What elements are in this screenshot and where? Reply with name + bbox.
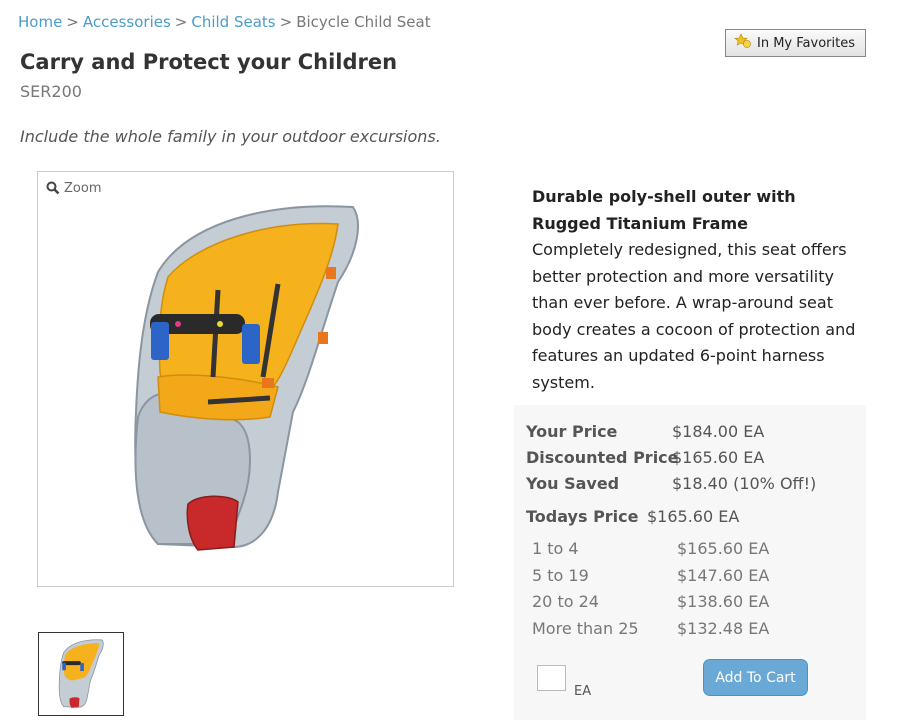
- add-to-cart-button[interactable]: Add To Cart: [703, 659, 808, 696]
- breadcrumb-separator: >: [174, 13, 188, 31]
- product-tagline: Include the whole family in your outdoor…: [20, 127, 441, 146]
- breadcrumb-link-home[interactable]: Home: [18, 13, 62, 31]
- breadcrumb-link-child-seats[interactable]: Child Seats: [191, 13, 275, 31]
- product-image-frame[interactable]: [37, 171, 454, 587]
- zoom-label: Zoom: [64, 180, 102, 196]
- description-heading: Durable poly-shell outer with Rugged Tit…: [532, 187, 796, 233]
- tier-range: 20 to 24: [532, 592, 599, 611]
- quantity-input[interactable]: [537, 665, 566, 691]
- discounted-price-label: Discounted Price: [526, 448, 679, 467]
- favorites-label: In My Favorites: [757, 35, 855, 51]
- quantity-unit: EA: [574, 684, 592, 699]
- magnifier-icon: [46, 177, 60, 199]
- product-image: [134, 205, 359, 551]
- favorites-star-icon: [734, 33, 752, 53]
- breadcrumb-separator: >: [279, 13, 293, 31]
- discounted-price-value: $165.60 EA: [672, 448, 765, 467]
- tier-price: $132.48 EA: [677, 619, 770, 638]
- breadcrumb-current: Bicycle Child Seat: [296, 13, 431, 31]
- you-saved-row: You Saved: [526, 474, 619, 493]
- tier-range: 5 to 19: [532, 566, 589, 585]
- you-saved-value: $18.40 (10% Off!): [672, 474, 817, 493]
- product-thumbnail[interactable]: [38, 632, 124, 716]
- thumbnail-image: [58, 639, 104, 708]
- breadcrumb-separator: >: [66, 13, 79, 31]
- todays-price-label: Todays Price: [526, 507, 639, 526]
- product-description: Durable poly-shell outer with Rugged Tit…: [532, 184, 862, 396]
- your-price-label: Your Price: [526, 422, 618, 441]
- your-price-row: Your Price: [526, 422, 617, 441]
- tier-price: $147.60 EA: [677, 566, 770, 585]
- tier-range: 1 to 4: [532, 539, 579, 558]
- your-price-value: $184.00 EA: [672, 422, 765, 441]
- favorites-button[interactable]: In My Favorites: [725, 29, 866, 57]
- product-title: Carry and Protect your Children: [20, 50, 398, 74]
- tier-range: More than 25: [532, 619, 639, 638]
- description-body: Completely redesigned, this seat offers …: [532, 240, 856, 392]
- you-saved-label: You Saved: [526, 474, 620, 493]
- breadcrumb-link-accessories[interactable]: Accessories: [83, 13, 171, 31]
- breadcrumb: Home > Accessories > Child Seats > Bicycle Chi…: [18, 13, 431, 31]
- discounted-price-row: Discounted Price: [526, 448, 679, 467]
- tier-price: $165.60 EA: [677, 539, 770, 558]
- zoom-control[interactable]: Zoom: [46, 177, 101, 199]
- todays-price-value: $165.60 EA: [647, 507, 740, 526]
- todays-price-row: Todays Price: [526, 507, 639, 526]
- tier-price: $138.60 EA: [677, 592, 770, 611]
- product-sku: SER200: [20, 82, 82, 101]
